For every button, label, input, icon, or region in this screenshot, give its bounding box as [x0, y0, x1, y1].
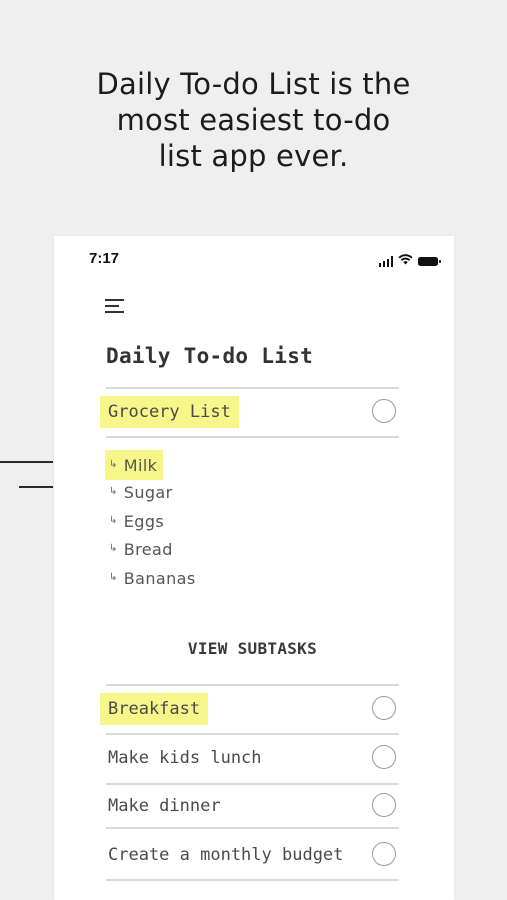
decorative-line [19, 486, 53, 488]
subtask-milk[interactable]: ↳ Milk [105, 450, 164, 480]
subtask-eggs[interactable]: ↳ Eggs [109, 508, 164, 534]
list-title: Daily To-do List [106, 344, 314, 368]
subtask-arrow-icon: ↳ [109, 571, 118, 583]
divider [106, 387, 399, 389]
headline-line-1: Daily To-do List is the [96, 67, 411, 101]
subtask-label: Sugar [123, 482, 173, 502]
view-subtasks-button[interactable]: VIEW SUBTASKS [106, 639, 399, 658]
divider [106, 827, 399, 829]
task-label: Grocery List [100, 396, 239, 428]
status-time: 7:17 [89, 250, 120, 267]
task-row-grocery-list[interactable]: Grocery List [100, 390, 399, 434]
divider [106, 436, 399, 438]
subtask-arrow-icon: ↳ [109, 542, 118, 554]
task-row-breakfast[interactable]: Breakfast [100, 687, 399, 731]
subtask-bananas[interactable]: ↳ Bananas [109, 565, 196, 591]
task-label: Make dinner [108, 796, 221, 816]
phone-screen: 7:17 Daily To-do List Grocery List ↳ Mil… [54, 236, 454, 900]
status-icons [378, 252, 441, 270]
task-checkbox[interactable] [372, 842, 396, 866]
wifi-icon [398, 252, 413, 270]
task-checkbox[interactable] [372, 696, 396, 720]
battery-icon [418, 256, 441, 266]
decorative-line [0, 461, 53, 463]
subtask-label: Bread [123, 539, 173, 559]
task-row-create-monthly-budget[interactable]: Create a monthly budget [106, 833, 399, 877]
subtask-label: Milk [123, 455, 158, 475]
subtask-arrow-icon: ↳ [109, 458, 118, 470]
divider [106, 879, 399, 881]
subtask-sugar[interactable]: ↳ Sugar [109, 479, 173, 505]
subtask-arrow-icon: ↳ [109, 514, 118, 526]
subtask-label: Eggs [123, 511, 165, 531]
task-label: Create a monthly budget [108, 845, 344, 865]
task-row-make-kids-lunch[interactable]: Make kids lunch [106, 736, 399, 780]
task-row-make-dinner[interactable]: Make dinner [106, 784, 399, 828]
hamburger-menu-icon[interactable] [105, 299, 124, 314]
headline-line-3: list app ever. [158, 139, 349, 173]
task-label: Breakfast [100, 693, 209, 725]
subtask-bread[interactable]: ↳ Bread [109, 536, 173, 562]
task-checkbox[interactable] [372, 745, 396, 769]
subtask-arrow-icon: ↳ [109, 485, 118, 497]
signal-icon [378, 255, 393, 267]
task-checkbox[interactable] [372, 399, 396, 423]
headline-line-2: most easiest to-do [116, 103, 391, 137]
task-label: Make kids lunch [108, 748, 262, 768]
divider [106, 733, 399, 735]
subtask-label: Bananas [123, 568, 196, 588]
promo-headline: Daily To-do List is the most easiest to-… [0, 66, 507, 174]
divider [106, 684, 399, 686]
task-checkbox[interactable] [372, 793, 396, 817]
